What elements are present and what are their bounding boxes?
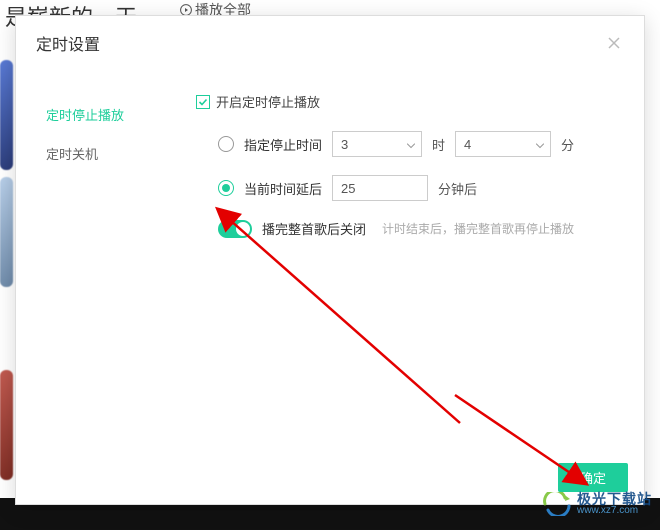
option-delay-time: 当前时间延后 25 分钟后 [218, 175, 624, 201]
hour-select[interactable]: 3 [332, 131, 422, 157]
sidebar-item-label: 定时停止播放 [46, 108, 124, 123]
close-icon[interactable] [604, 33, 624, 53]
option-specify-label: 指定停止时间 [244, 135, 322, 154]
chevron-down-icon [536, 137, 544, 152]
enable-label: 开启定时停止播放 [216, 92, 320, 111]
option-delay-label: 当前时间延后 [244, 179, 322, 198]
chevron-down-icon [407, 137, 415, 152]
radio-delay[interactable] [218, 180, 234, 196]
checkbox-icon[interactable] [196, 95, 210, 109]
content-panel: 开启定时停止播放 指定停止时间 3 时 4 分 [176, 70, 644, 453]
watermark-logo-icon [542, 492, 572, 516]
sidebar-item-stop-playback[interactable]: 定时停止播放 [16, 95, 176, 134]
finish-song-toggle[interactable] [218, 220, 252, 238]
sidebar: 定时停止播放 定时关机 [16, 70, 176, 453]
modal-title: 定时设置 [36, 31, 100, 55]
modal-header: 定时设置 [16, 16, 644, 70]
delay-input[interactable]: 25 [332, 175, 428, 201]
sidebar-item-label: 定时关机 [46, 147, 98, 162]
delay-unit: 分钟后 [438, 179, 477, 198]
minute-value: 4 [464, 137, 471, 152]
enable-checkbox-row[interactable]: 开启定时停止播放 [196, 92, 624, 111]
radio-specify[interactable] [218, 136, 234, 152]
toggle-label: 播完整首歌后关闭 [262, 219, 366, 238]
minute-select[interactable]: 4 [455, 131, 551, 157]
hour-value: 3 [341, 137, 348, 152]
toggle-hint: 计时结束后，播完整首歌再停止播放 [382, 220, 574, 237]
watermark-url: www.xz7.com [577, 506, 652, 516]
sidebar-item-shutdown[interactable]: 定时关机 [16, 134, 176, 173]
watermark: 极光下载站 www.xz7.com [542, 492, 652, 516]
minute-unit: 分 [561, 135, 574, 154]
finish-song-toggle-row: 播完整首歌后关闭 计时结束后，播完整首歌再停止播放 [218, 219, 624, 238]
watermark-name: 极光下载站 [577, 492, 652, 506]
option-specify-time: 指定停止时间 3 时 4 分 [218, 131, 624, 157]
timer-settings-modal: 定时设置 定时停止播放 定时关机 开启定时停止播放 指定停止时间 [15, 15, 645, 505]
hour-unit: 时 [432, 135, 445, 154]
confirm-button[interactable]: 确定 [558, 463, 628, 492]
